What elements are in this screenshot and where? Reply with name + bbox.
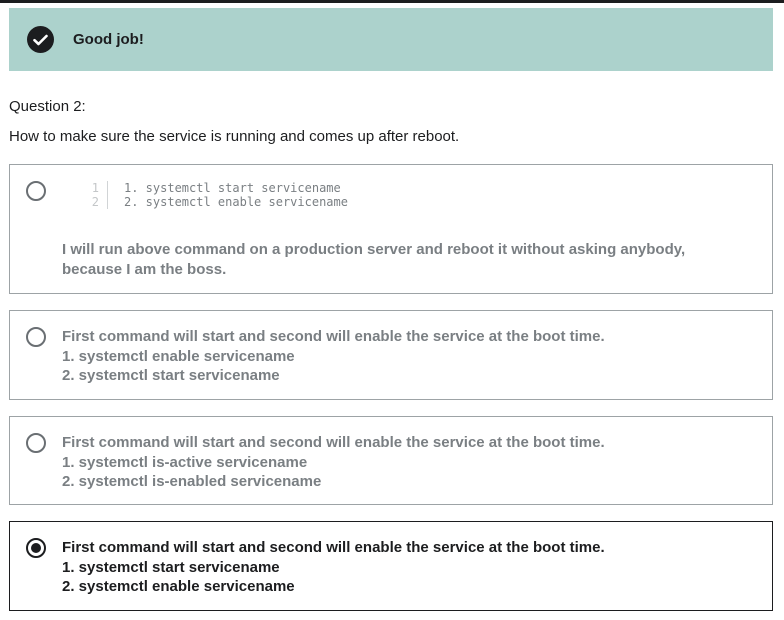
option-text: I will run above command on a production… — [62, 241, 686, 278]
code-line: 2. systemctl enable servicename — [124, 195, 348, 209]
code-line-number: 2 — [91, 195, 99, 209]
option-text: First command will start and second will… — [62, 538, 732, 597]
code-line: 1. systemctl start servicename — [124, 181, 341, 195]
option-text: First command will start and second will… — [62, 433, 732, 492]
radio-button-selected[interactable] — [26, 538, 46, 558]
answer-option-3[interactable]: First command will start and second will… — [9, 416, 773, 505]
code-lines: 1. systemctl start servicename 2. system… — [108, 181, 348, 209]
option-line: First command will start and second will… — [62, 328, 605, 345]
result-banner: Good job! — [9, 8, 773, 71]
code-line-number: 1 — [91, 181, 99, 195]
radio-button[interactable] — [26, 327, 46, 347]
answer-option-1[interactable]: 1 2 1. systemctl start servicename 2. sy… — [9, 164, 773, 294]
option-line: 1. systemctl is-active servicename — [62, 453, 308, 471]
radio-button[interactable] — [26, 433, 46, 453]
answer-option-2[interactable]: First command will start and second will… — [9, 310, 773, 400]
code-line-numbers: 1 2 — [82, 181, 108, 209]
answer-option-4[interactable]: First command will start and second will… — [9, 521, 773, 611]
option-line: 1. systemctl start servicename — [62, 558, 280, 576]
option-line: 2. systemctl enable servicename — [62, 578, 295, 595]
radio-button[interactable] — [26, 181, 46, 201]
option-text: First command will start and second will… — [62, 327, 732, 386]
result-message: Good job! — [73, 31, 144, 48]
check-circle-icon — [27, 26, 54, 53]
option-line: 2. systemctl is-enabled servicename — [62, 473, 322, 490]
radio-dot-icon — [31, 543, 41, 553]
option-line: First command will start and second will… — [62, 434, 605, 451]
code-block: 1 2 1. systemctl start servicename 2. sy… — [82, 181, 348, 209]
top-bar — [0, 0, 784, 3]
question-number: Question 2: — [9, 98, 86, 115]
option-line: First command will start and second will… — [62, 539, 605, 556]
question-prompt: How to make sure the service is running … — [9, 128, 460, 145]
option-line: 2. systemctl start servicename — [62, 367, 280, 384]
option-line: 1. systemctl enable servicename — [62, 347, 295, 365]
